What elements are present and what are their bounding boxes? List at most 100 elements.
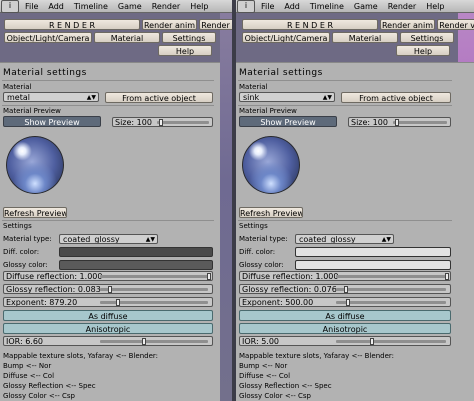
help-button[interactable]: Help <box>396 45 450 56</box>
material-preview-label: Material Preview <box>3 107 61 115</box>
material-type-select[interactable]: coated_glossy ▲▼ <box>59 234 158 244</box>
refresh-preview-button[interactable]: Refresh Preview <box>3 207 67 218</box>
menu-file[interactable]: File <box>261 2 274 11</box>
diff-color-swatch[interactable] <box>295 247 451 257</box>
as-diffuse-toggle[interactable]: As diffuse <box>239 310 451 321</box>
diff-color-label: Diff. color: <box>3 248 40 256</box>
settings-tab-button[interactable]: Settings <box>162 32 216 43</box>
divider <box>238 105 452 106</box>
material-type-select[interactable]: coated_glossy ▲▼ <box>295 234 394 244</box>
viewport-strip <box>220 0 232 401</box>
material-tab-button[interactable]: Material <box>94 32 160 43</box>
glossy-color-swatch[interactable] <box>295 260 451 270</box>
from-active-object-button[interactable]: From active object <box>105 92 213 103</box>
material-type-label: Material type: <box>3 235 52 243</box>
glossy-reflection-slider[interactable]: Glossy reflection: 0.076 <box>239 284 451 294</box>
exponent-slider[interactable]: Exponent: 500.00 <box>239 297 451 307</box>
menu-timeline[interactable]: Timeline <box>74 2 108 11</box>
size-slider[interactable]: Size: 100 <box>112 117 213 127</box>
from-active-object-button[interactable]: From active object <box>341 92 451 103</box>
material-select[interactable]: metal ▲▼ <box>3 92 99 102</box>
left-panel: i File Add Timeline Game Render Help R E… <box>0 0 232 401</box>
settings-tab-button[interactable]: Settings <box>400 32 454 43</box>
mappable-line: Bump <-- Nor <box>239 362 288 370</box>
mappable-line: Glossy Color <-- Csp <box>3 392 75 400</box>
render-button[interactable]: R E N D E R <box>4 19 140 30</box>
anisotropic-toggle[interactable]: Anisotropic <box>239 323 451 334</box>
preview-sphere <box>242 136 300 194</box>
right-panel: i File Add Timeline Game Render Help R E… <box>236 0 474 401</box>
menubar: i File Add Timeline Game Render Help <box>236 0 474 13</box>
material-label: Material <box>3 83 32 91</box>
refresh-preview-button[interactable]: Refresh Preview <box>239 207 303 218</box>
diffuse-reflection-slider[interactable]: Diffuse reflection: 1.000 <box>239 271 451 281</box>
menu-render[interactable]: Render <box>152 2 180 11</box>
render-button[interactable]: R E N D E R <box>242 19 378 30</box>
mappable-title: Mappable texture slots, Yafaray <-- Blen… <box>3 352 159 360</box>
glossy-color-swatch[interactable] <box>59 260 213 270</box>
render-view-button[interactable]: Render view <box>199 19 232 30</box>
glossy-reflection-slider[interactable]: Glossy reflection: 0.083 <box>3 284 213 294</box>
updown-arrow-icon: ▲▼ <box>145 236 155 243</box>
glossy-color-label: Glossy color: <box>3 261 48 269</box>
material-type-label: Material type: <box>239 235 288 243</box>
material-preview-image <box>239 133 303 197</box>
ior-slider[interactable]: IOR: 6.60 <box>3 336 213 346</box>
mappable-line: Bump <-- Nor <box>3 362 52 370</box>
diff-color-label: Diff. color: <box>239 248 276 256</box>
divider <box>238 80 452 81</box>
glossy-color-label: Glossy color: <box>239 261 284 269</box>
panel-title: Material settings <box>3 68 87 78</box>
divider <box>2 220 214 221</box>
size-slider[interactable]: Size: 100 <box>348 117 451 127</box>
diff-color-swatch[interactable] <box>59 247 213 257</box>
render-anim-button[interactable]: Render anim <box>380 19 435 30</box>
material-label: Material <box>239 83 268 91</box>
menu-add[interactable]: Add <box>284 2 300 11</box>
preview-sphere <box>6 136 64 194</box>
updown-arrow-icon: ▲▼ <box>86 94 96 101</box>
material-preview-label: Material Preview <box>239 107 297 115</box>
material-settings-panel: Material settings Material sink ▲▼ From a… <box>236 62 474 401</box>
material-settings-panel: Material settings Material metal ▲▼ From … <box>0 62 220 401</box>
blender-logo-icon[interactable]: i <box>1 0 19 13</box>
divider <box>238 220 452 221</box>
menubar: i File Add Timeline Game Render Help <box>0 0 232 13</box>
mappable-texture-info: Mappable texture slots, Yafaray <-- Blen… <box>3 351 158 401</box>
material-tab-button[interactable]: Material <box>332 32 398 43</box>
object-light-camera-button[interactable]: Object/Light/Camera <box>242 32 330 43</box>
menu-help[interactable]: Help <box>426 2 444 11</box>
blender-logo-icon[interactable]: i <box>237 0 255 13</box>
material-preview-image <box>3 133 67 197</box>
show-preview-button[interactable]: Show Preview <box>3 116 101 127</box>
show-preview-button[interactable]: Show Preview <box>239 116 337 127</box>
render-anim-button[interactable]: Render anim <box>142 19 197 30</box>
menu-game[interactable]: Game <box>118 2 142 11</box>
menu-render[interactable]: Render <box>388 2 416 11</box>
diffuse-reflection-slider[interactable]: Diffuse reflection: 1.000 <box>3 271 213 281</box>
mappable-texture-info: Mappable texture slots, Yafaray <-- Blen… <box>239 351 394 401</box>
mappable-line: Diffuse <-- Col <box>3 372 55 380</box>
ior-slider[interactable]: IOR: 5.00 <box>239 336 451 346</box>
menu-timeline[interactable]: Timeline <box>310 2 344 11</box>
exponent-slider[interactable]: Exponent: 879.20 <box>3 297 213 307</box>
settings-label: Settings <box>3 222 32 230</box>
mappable-line: Glossy Reflection <-- Spec <box>3 382 96 390</box>
updown-arrow-icon: ▲▼ <box>322 94 332 101</box>
settings-label: Settings <box>239 222 268 230</box>
menu-game[interactable]: Game <box>354 2 378 11</box>
help-button[interactable]: Help <box>158 45 212 56</box>
mappable-line: Glossy Reflection <-- Spec <box>239 382 332 390</box>
menu-add[interactable]: Add <box>48 2 64 11</box>
as-diffuse-toggle[interactable]: As diffuse <box>3 310 213 321</box>
render-view-button[interactable]: Render view <box>437 19 474 30</box>
mappable-line: Diffuse <-- Col <box>239 372 291 380</box>
mappable-title: Mappable texture slots, Yafaray <-- Blen… <box>239 352 395 360</box>
anisotropic-toggle[interactable]: Anisotropic <box>3 323 213 334</box>
material-select[interactable]: sink ▲▼ <box>239 92 335 102</box>
menu-help[interactable]: Help <box>190 2 208 11</box>
object-light-camera-button[interactable]: Object/Light/Camera <box>4 32 92 43</box>
menu-file[interactable]: File <box>25 2 38 11</box>
panel-title: Material settings <box>239 68 323 78</box>
divider <box>2 80 214 81</box>
